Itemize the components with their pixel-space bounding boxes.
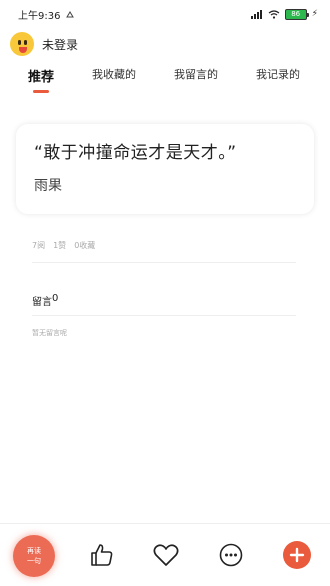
status-right: 86 ⚡ xyxy=(250,8,318,20)
wifi-icon xyxy=(268,9,280,19)
comments-header: 留言 0 xyxy=(32,293,58,308)
favorites-count: 0收藏 xyxy=(74,241,96,250)
views-count: 7阅 xyxy=(32,241,46,250)
add-button[interactable] xyxy=(283,541,311,569)
quote-author: 雨果 xyxy=(34,178,62,194)
tab-my-comments[interactable]: 我留言的 xyxy=(174,66,218,90)
comments-count: 0 xyxy=(52,293,59,304)
notification-icon xyxy=(66,10,75,17)
avatar-eye-right xyxy=(24,40,27,45)
battery-icon: 86 xyxy=(284,8,309,20)
thumbs-up-icon[interactable] xyxy=(87,540,117,570)
heart-icon[interactable] xyxy=(151,540,181,570)
user-header[interactable]: 未登录 xyxy=(10,30,78,58)
divider xyxy=(32,315,296,316)
status-time: 上午9:36 xyxy=(18,10,61,22)
comments-title: 留言 xyxy=(32,297,52,308)
tab-bar: 推荐 我收藏的 我留言的 我记录的 xyxy=(0,66,330,96)
likes-count: 1赞 xyxy=(53,241,67,250)
signal-icon xyxy=(250,9,262,19)
divider xyxy=(32,262,296,263)
tab-recommended[interactable]: 推荐 xyxy=(28,66,54,93)
charging-icon: ⚡ xyxy=(311,9,318,19)
bottom-action-bar: 再读 一句 xyxy=(0,523,330,586)
login-status-label[interactable]: 未登录 xyxy=(42,36,78,53)
status-left: 上午9:36 xyxy=(18,7,75,22)
plus-icon xyxy=(289,547,305,563)
app-root: 上午9:36 86 ⚡ 未登录 推荐 我收藏的 我留言的 我记录的 “敢于冲撞命… xyxy=(0,0,330,586)
tab-my-favorites[interactable]: 我收藏的 xyxy=(92,66,136,90)
read-another-button[interactable]: 再读 一句 xyxy=(13,535,55,577)
tab-my-records[interactable]: 我记录的 xyxy=(256,66,300,90)
read-another-label-line2: 一句 xyxy=(27,557,41,565)
avatar-eye-left xyxy=(18,40,21,45)
quote-stats: 7阅 1赞 0收藏 xyxy=(32,240,95,251)
more-dots-icon[interactable] xyxy=(216,540,246,570)
read-another-label-line1: 再读 xyxy=(27,547,41,555)
quote-text: “敢于冲撞命运才是天才。” xyxy=(34,143,237,163)
status-bar: 上午9:36 86 ⚡ xyxy=(0,0,330,28)
avatar[interactable] xyxy=(10,32,34,56)
battery-level: 86 xyxy=(291,10,301,18)
quote-card[interactable]: “敢于冲撞命运才是天才。” 雨果 xyxy=(16,124,314,214)
avatar-tongue xyxy=(19,47,27,53)
empty-comments-text: 暂无留言呢 xyxy=(32,329,67,337)
